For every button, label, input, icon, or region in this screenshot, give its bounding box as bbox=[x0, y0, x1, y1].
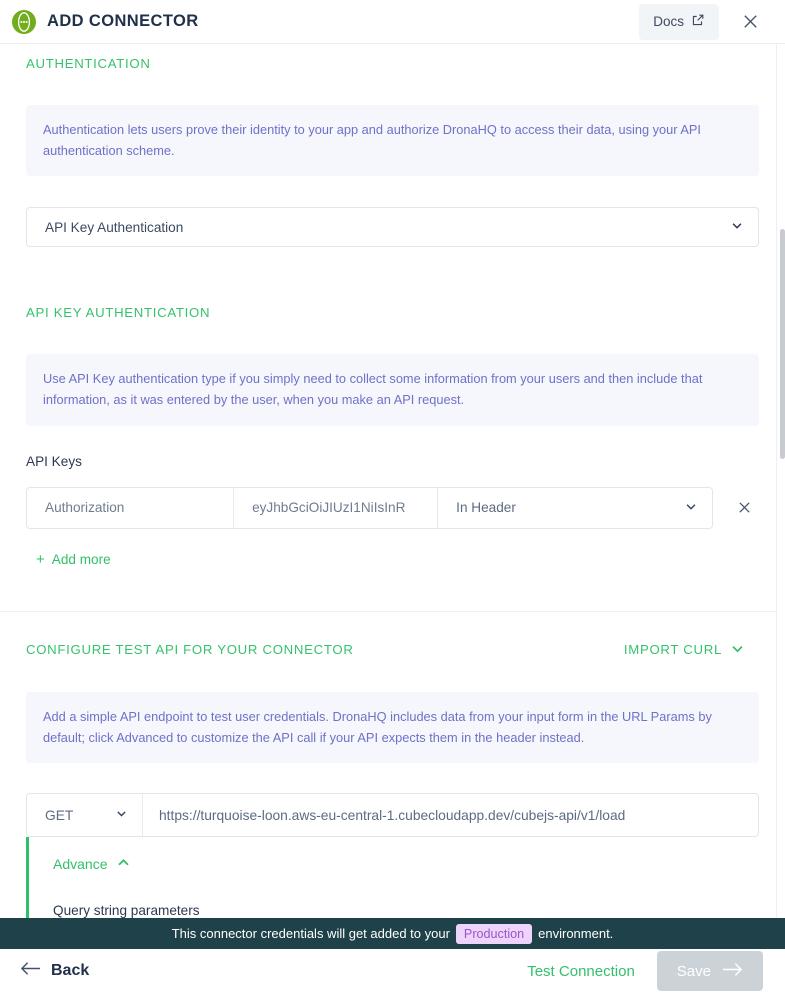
api-key-section-title: API KEY AUTHENTICATION bbox=[26, 305, 759, 320]
external-link-icon bbox=[691, 13, 705, 30]
http-method-value: GET bbox=[45, 808, 73, 823]
chevron-down-icon bbox=[730, 641, 745, 659]
test-api-url-input[interactable]: https://turquoise-loon.aws-eu-central-1.… bbox=[143, 794, 758, 836]
test-api-section-title: CONFIGURE TEST API FOR YOUR CONNECTOR bbox=[26, 642, 354, 657]
vertical-scrollbar[interactable] bbox=[776, 44, 785, 949]
page-title: ADD CONNECTOR bbox=[47, 12, 199, 31]
api-key-name-input[interactable]: Authorization bbox=[27, 488, 234, 528]
close-icon[interactable] bbox=[737, 9, 763, 35]
docs-button[interactable]: Docs bbox=[639, 4, 719, 40]
query-string-parameters-label: Query string parameters bbox=[53, 903, 759, 918]
back-button-label: Back bbox=[51, 962, 89, 980]
notice-text-before: This connector credentials will get adde… bbox=[172, 926, 450, 941]
save-button[interactable]: Save bbox=[657, 951, 763, 991]
api-key-authentication-section: API KEY AUTHENTICATION Use API Key authe… bbox=[0, 247, 785, 568]
remove-api-key-row-button[interactable] bbox=[729, 493, 759, 523]
save-button-label: Save bbox=[677, 963, 711, 980]
dialog-body: AUTHENTICATION Authentication lets users… bbox=[0, 44, 785, 949]
notice-text-after: environment. bbox=[538, 926, 613, 941]
connector-braces-icon bbox=[12, 10, 36, 34]
api-key-location-select[interactable]: In Header bbox=[438, 488, 712, 528]
chevron-down-icon bbox=[730, 219, 744, 236]
docs-button-label: Docs bbox=[653, 14, 684, 29]
configure-test-api-section: CONFIGURE TEST API FOR YOUR CONNECTOR IM… bbox=[0, 612, 785, 837]
advance-toggle-button[interactable]: Advance bbox=[53, 855, 131, 873]
chevron-down-icon bbox=[684, 499, 698, 516]
add-api-key-label: Add more bbox=[52, 552, 111, 567]
back-button[interactable]: Back bbox=[14, 956, 95, 986]
test-api-url-bar: GET https://turquoise-loon.aws-eu-centra… bbox=[26, 793, 759, 837]
chevron-down-icon bbox=[115, 807, 128, 823]
add-connector-dialog: ADD CONNECTOR Docs bbox=[0, 0, 785, 993]
test-api-header-row: CONFIGURE TEST API FOR YOUR CONNECTOR IM… bbox=[26, 641, 759, 659]
http-method-select[interactable]: GET bbox=[27, 794, 143, 836]
arrow-left-icon bbox=[20, 960, 41, 982]
footer-actions: Test Connection Save bbox=[527, 951, 771, 991]
authentication-section: AUTHENTICATION Authentication lets users… bbox=[0, 44, 785, 247]
authentication-type-value: API Key Authentication bbox=[45, 220, 183, 235]
test-api-info-box: Add a simple API endpoint to test user c… bbox=[26, 692, 759, 763]
api-key-row: Authorization eyJhbGciOiJIUzI1NiIsInR In… bbox=[26, 487, 759, 529]
chevron-up-icon bbox=[116, 855, 131, 873]
environment-notice-bar: This connector credentials will get adde… bbox=[0, 918, 785, 949]
api-key-location-value: In Header bbox=[456, 500, 516, 515]
header-actions: Docs bbox=[639, 4, 767, 40]
api-key-row-fields: Authorization eyJhbGciOiJIUzI1NiIsInR In… bbox=[26, 487, 713, 529]
api-key-value-input[interactable]: eyJhbGciOiJIUzI1NiIsInR bbox=[234, 488, 438, 528]
vertical-scrollbar-thumb[interactable] bbox=[780, 229, 785, 459]
add-api-key-button[interactable]: + Add more bbox=[36, 552, 111, 567]
authentication-info-box: Authentication lets users prove their id… bbox=[26, 105, 759, 176]
plus-icon: + bbox=[36, 552, 45, 567]
import-curl-button[interactable]: IMPORT CURL bbox=[624, 641, 759, 659]
import-curl-label: IMPORT CURL bbox=[624, 642, 722, 657]
environment-badge: Production bbox=[456, 924, 532, 944]
dialog-header: ADD CONNECTOR Docs bbox=[0, 0, 785, 44]
advance-toggle-label: Advance bbox=[53, 856, 107, 872]
arrow-right-icon bbox=[722, 961, 743, 982]
test-connection-button[interactable]: Test Connection bbox=[527, 963, 635, 980]
authentication-type-select[interactable]: API Key Authentication bbox=[26, 207, 759, 247]
dialog-content: AUTHENTICATION Authentication lets users… bbox=[0, 44, 785, 949]
authentication-section-title: AUTHENTICATION bbox=[26, 56, 759, 71]
api-key-info-box: Use API Key authentication type if you s… bbox=[26, 354, 759, 425]
api-keys-label: API Keys bbox=[26, 454, 759, 469]
dialog-footer: Back Test Connection Save bbox=[0, 949, 785, 993]
